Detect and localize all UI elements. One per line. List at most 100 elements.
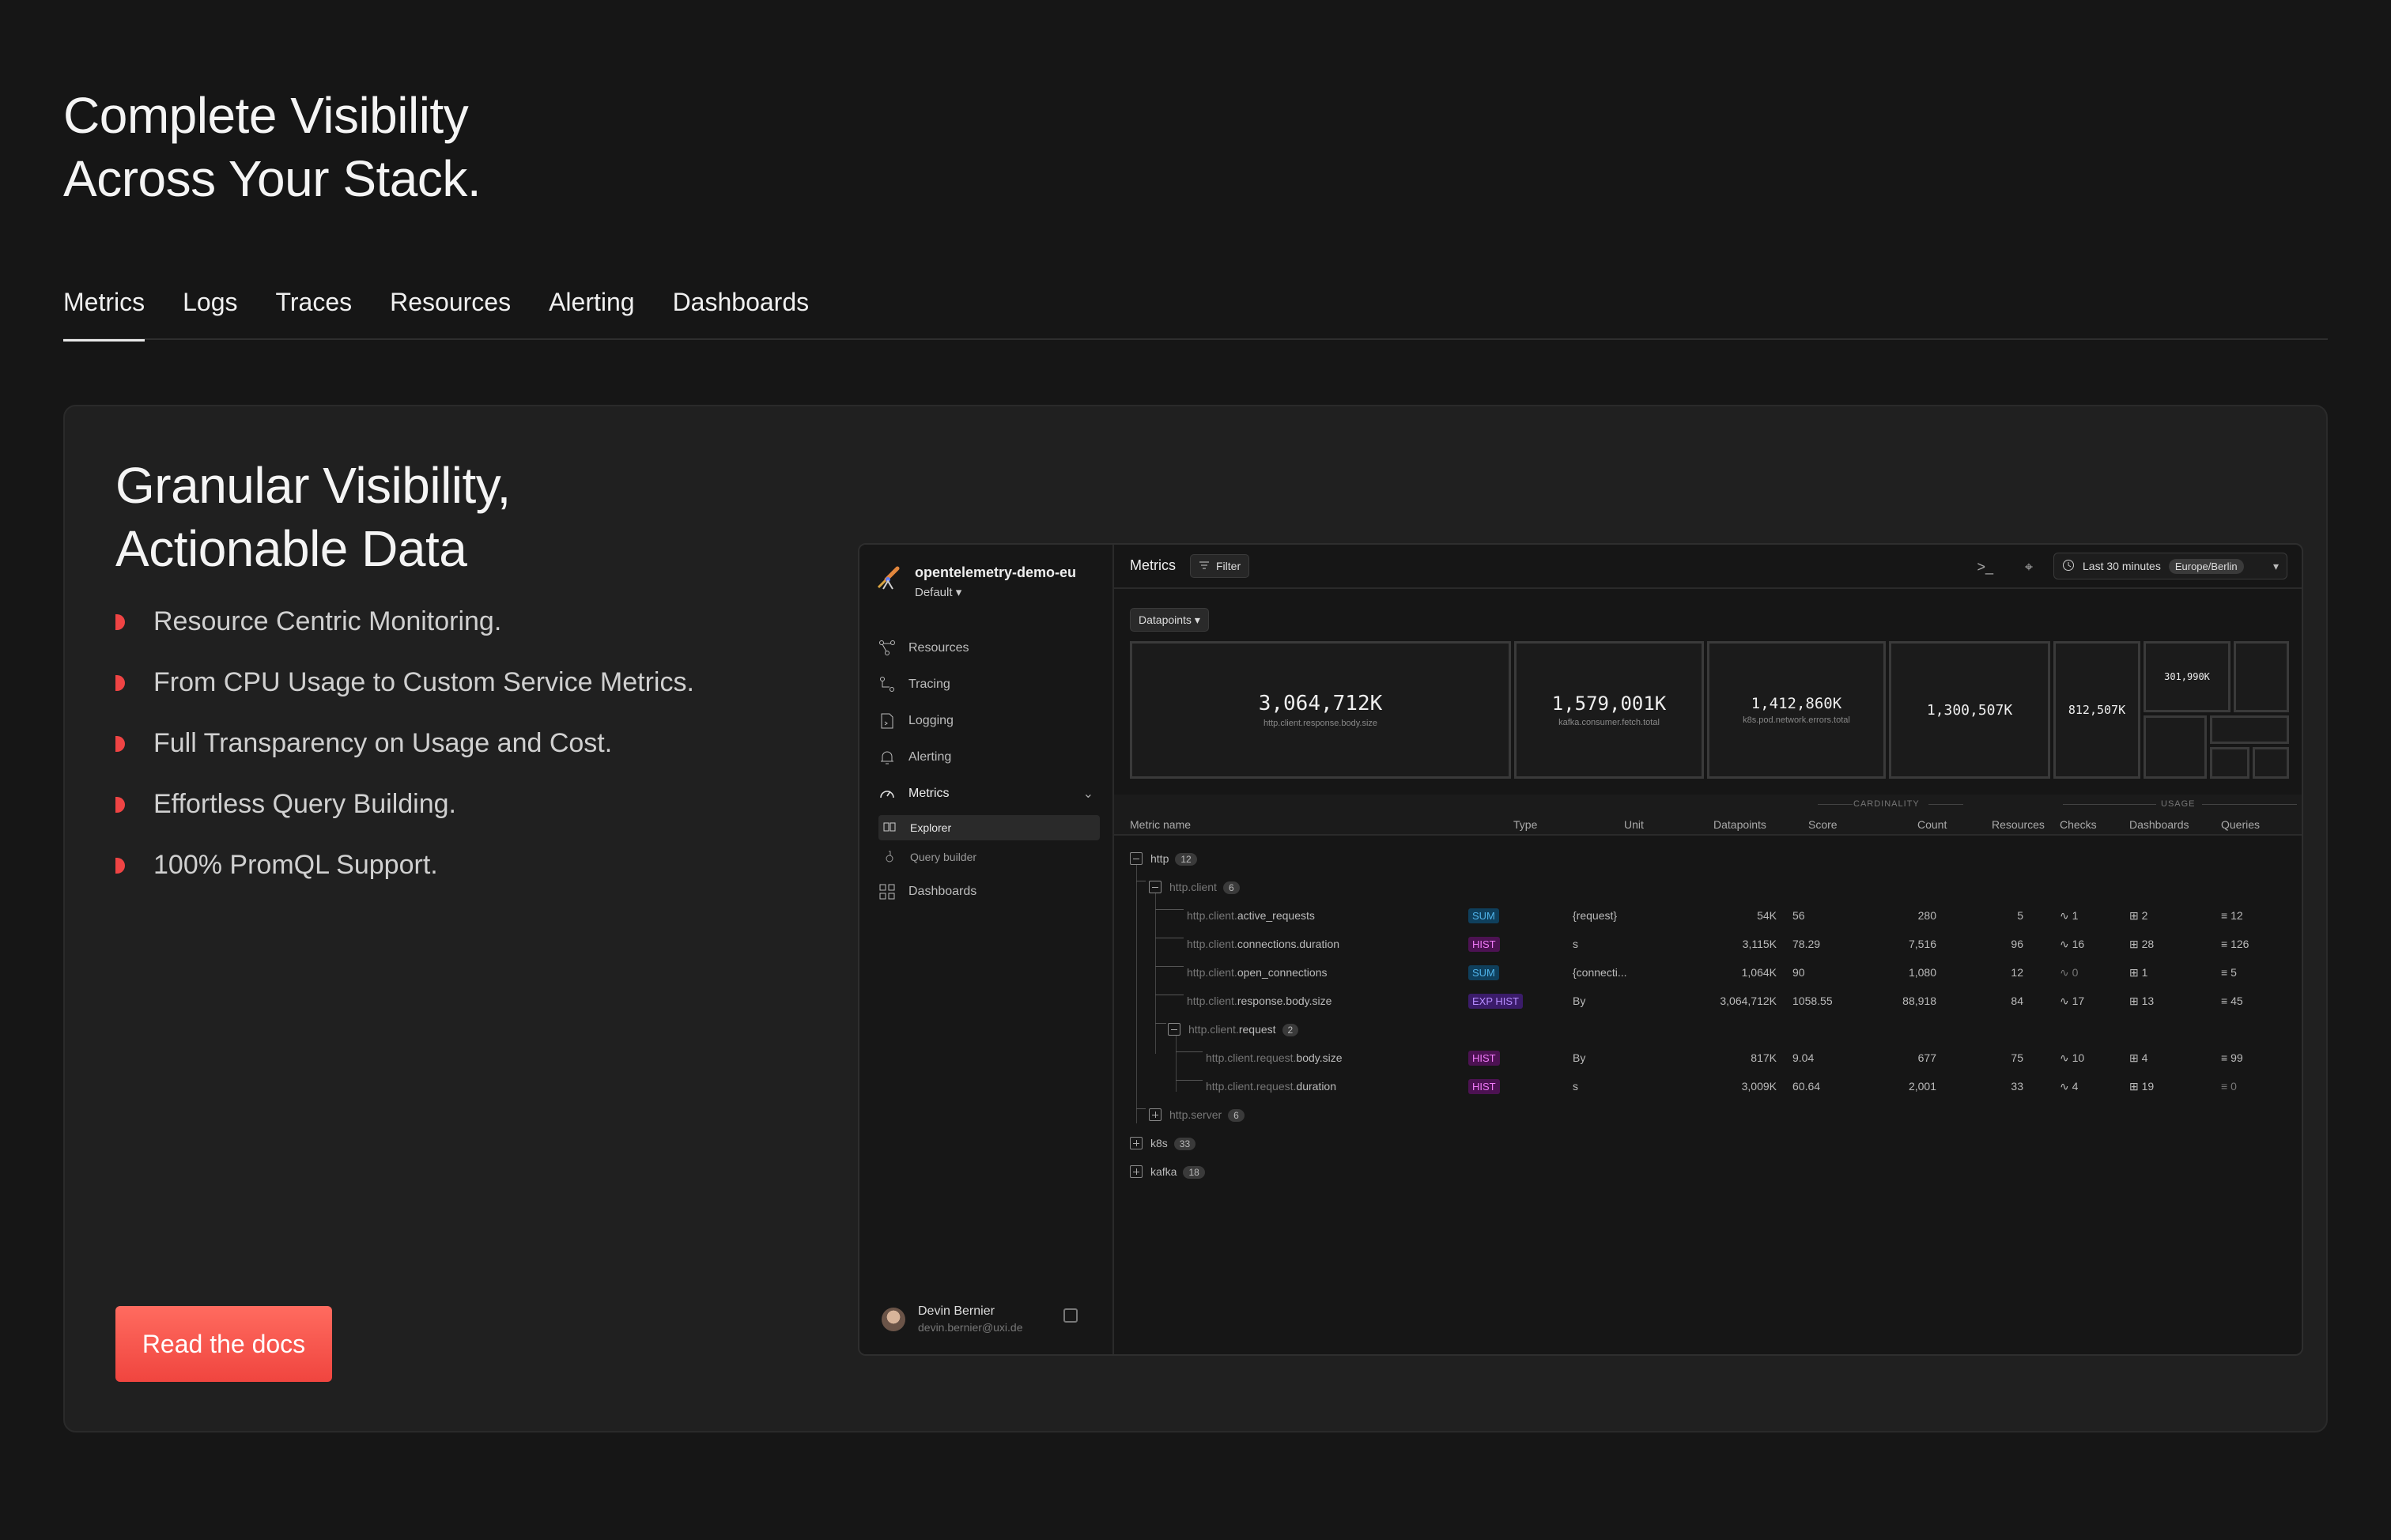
- time-range-label: Last 30 minutes: [2083, 560, 2161, 572]
- tree-node-http[interactable]: http 12: [1114, 845, 2302, 874]
- table-row[interactable]: http.client.connections.duration HIST s …: [1114, 930, 2302, 959]
- col-dashboards[interactable]: Dashboards: [2129, 818, 2189, 831]
- tab-resources[interactable]: Resources: [390, 283, 511, 340]
- nav-item-logging[interactable]: Logging: [878, 703, 1100, 739]
- feature-text: Resource Centric Monitoring.: [153, 606, 502, 636]
- treemap-tile[interactable]: 1,579,001K kafka.consumer.fetch.total: [1514, 641, 1704, 779]
- tile-value: 301,990K: [2164, 671, 2210, 682]
- feature-text: Effortless Query Building.: [153, 789, 456, 819]
- page-title: Metrics: [1130, 557, 1176, 573]
- read-docs-button[interactable]: Read the docs: [115, 1306, 332, 1382]
- feature-text: Full Transparency on Usage and Cost.: [153, 728, 613, 758]
- tree-node-k8s[interactable]: k8s 33: [1114, 1130, 2302, 1158]
- tab-metrics[interactable]: Metrics: [63, 283, 145, 342]
- user-profile[interactable]: Devin Bernier devin.bernier@uxi.de: [882, 1304, 1095, 1335]
- flask-icon: [883, 850, 896, 865]
- collapse-icon[interactable]: [1130, 852, 1143, 865]
- telescope-icon[interactable]: ⌖: [2025, 559, 2033, 576]
- feature-text: 100% PromQL Support.: [153, 850, 438, 880]
- col-queries[interactable]: Queries: [2221, 818, 2260, 831]
- collapse-icon[interactable]: [1149, 881, 1162, 893]
- chevron-down-icon[interactable]: ⌄: [1083, 786, 1094, 802]
- subnav-label: Explorer: [910, 821, 952, 834]
- table-row[interactable]: http.client.active_requests SUM {request…: [1114, 902, 2302, 930]
- treemap-tile[interactable]: 3,064,712K http.client.response.body.siz…: [1130, 641, 1511, 779]
- dashboard-grid-icon: [878, 883, 896, 900]
- treemap-tile[interactable]: [2234, 641, 2289, 712]
- table-row[interactable]: http.client.response.body.size EXP HIST …: [1114, 987, 2302, 1016]
- col-count[interactable]: Count: [1917, 818, 1947, 831]
- col-type[interactable]: Type: [1513, 818, 1537, 831]
- expand-icon[interactable]: [1149, 1108, 1162, 1121]
- feature-card: Granular Visibility, Actionable Data Res…: [63, 405, 2328, 1432]
- tile-value: 812,507K: [2068, 703, 2126, 717]
- nav-item-metrics[interactable]: Metrics ⌄: [878, 776, 1100, 812]
- col-checks[interactable]: Checks: [2060, 818, 2097, 831]
- col-metric-name[interactable]: Metric name: [1130, 818, 1191, 831]
- treemap-tile[interactable]: 812,507K: [2053, 641, 2140, 779]
- treemap-tile[interactable]: 1,300,507K: [1889, 641, 2050, 779]
- filter-button[interactable]: Filter: [1190, 554, 1250, 578]
- expand-icon[interactable]: [1130, 1165, 1143, 1178]
- bullet-icon: [115, 614, 125, 630]
- telescope-logo-icon: [877, 566, 900, 590]
- tree-node-kafka[interactable]: kafka 18: [1114, 1158, 2302, 1187]
- type-badge: EXP HIST: [1468, 994, 1524, 1009]
- col-unit[interactable]: Unit: [1624, 818, 1644, 831]
- tree-node-http-client-request[interactable]: http.client.request 2: [1114, 1016, 2302, 1044]
- nav-label: Dashboards: [908, 885, 977, 898]
- org-switcher[interactable]: opentelemetry-demo-eu Default ▾: [874, 562, 1076, 603]
- metrics-treemap: 3,064,712K http.client.response.body.siz…: [1130, 641, 2289, 779]
- feature-item: Resource Centric Monitoring.: [115, 604, 694, 665]
- hero-title-line2: Across Your Stack.: [63, 150, 482, 207]
- table-row[interactable]: http.client.request.duration HIST s 3,00…: [1114, 1073, 2302, 1101]
- nav-label: Alerting: [908, 750, 952, 764]
- tab-logs[interactable]: Logs: [183, 283, 237, 340]
- col-resources[interactable]: Resources: [1992, 818, 2045, 831]
- treemap-tile[interactable]: 1,412,860K k8s.pod.network.errors.total: [1707, 641, 1886, 779]
- bell-icon: [878, 749, 896, 766]
- collapse-icon[interactable]: [1168, 1023, 1180, 1036]
- table-row[interactable]: http.client.open_connections SUM {connec…: [1114, 959, 2302, 987]
- resources-icon: [878, 640, 896, 657]
- tree-node-http-client[interactable]: http.client 6: [1114, 874, 2302, 902]
- bullet-icon: [115, 858, 125, 874]
- org-environment[interactable]: Default ▾: [915, 583, 1076, 603]
- treemap-tile[interactable]: [2210, 747, 2249, 779]
- feature-item: From CPU Usage to Custom Service Metrics…: [115, 665, 694, 726]
- treemap-tile[interactable]: [2144, 715, 2207, 779]
- bullet-icon: [115, 736, 125, 752]
- nav-item-tracing[interactable]: Tracing: [878, 666, 1100, 703]
- app-topbar: Metrics Filter >_ ⌖ Last 30 minutes Euro…: [1114, 545, 2302, 589]
- col-score[interactable]: Score: [1808, 818, 1838, 831]
- nav-item-resources[interactable]: Resources: [878, 630, 1100, 666]
- subnav-item-explorer[interactable]: Explorer: [878, 815, 1100, 840]
- time-range-picker[interactable]: Last 30 minutes Europe/Berlin ▾: [2053, 553, 2287, 579]
- tile-value: 1,412,860K: [1751, 695, 1842, 712]
- card-title: Granular Visibility, Actionable Data: [115, 454, 511, 580]
- type-badge: HIST: [1468, 1051, 1500, 1066]
- tab-alerting[interactable]: Alerting: [549, 283, 635, 340]
- group-cardinality: CARDINALITY: [1853, 799, 1920, 809]
- nav-item-dashboards[interactable]: Dashboards: [878, 874, 1100, 910]
- table-row[interactable]: http.client.request.body.size HIST By 81…: [1114, 1044, 2302, 1073]
- terminal-icon[interactable]: >_: [1977, 559, 1993, 576]
- nav-item-alerting[interactable]: Alerting: [878, 739, 1100, 776]
- expand-icon[interactable]: [1130, 1137, 1143, 1149]
- col-datapoints[interactable]: Datapoints: [1713, 818, 1766, 831]
- tree-node-http-server[interactable]: http.server 6: [1114, 1101, 2302, 1130]
- treemap-tile[interactable]: [2210, 715, 2289, 744]
- type-badge: SUM: [1468, 965, 1499, 980]
- collapse-sidebar-icon[interactable]: [1063, 1308, 1078, 1323]
- treemap-tile[interactable]: [2253, 747, 2289, 779]
- treemap-tile[interactable]: 301,990K: [2144, 641, 2230, 712]
- datapoints-dropdown[interactable]: Datapoints ▾: [1130, 608, 1209, 632]
- org-name: opentelemetry-demo-eu: [915, 564, 1077, 580]
- tab-dashboards[interactable]: Dashboards: [673, 283, 810, 340]
- tab-traces[interactable]: Traces: [276, 283, 353, 340]
- card-title-line1: Granular Visibility,: [115, 457, 511, 514]
- subnav-item-query-builder[interactable]: Query builder: [878, 844, 1100, 870]
- nav-label: Logging: [908, 714, 954, 727]
- feature-item: Effortless Query Building.: [115, 787, 694, 847]
- feature-tabs: Metrics Logs Traces Resources Alerting D…: [63, 283, 2328, 342]
